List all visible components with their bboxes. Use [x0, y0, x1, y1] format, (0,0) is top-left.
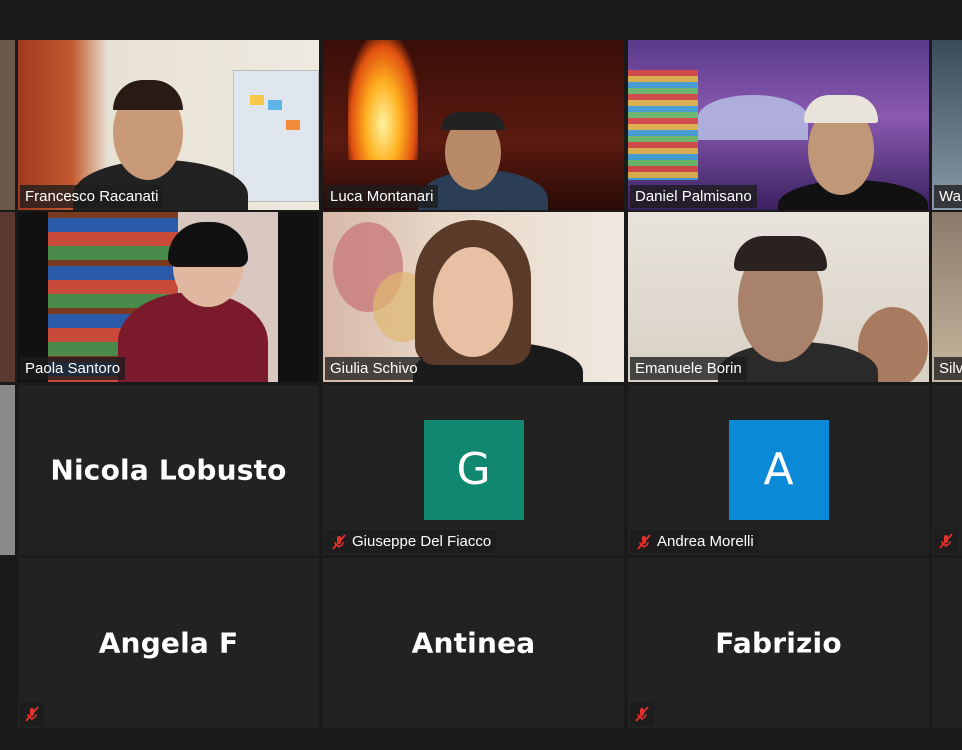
participant-name-tile[interactable]: Antinea — [323, 558, 624, 728]
participant-video-tile[interactable]: Luca Montanari — [323, 40, 624, 210]
video-tile-partial-left-2[interactable] — [0, 212, 15, 382]
participant-name-tile[interactable]: Angela F — [18, 558, 319, 728]
participant-name-label: Emanuele Borin — [630, 357, 747, 380]
participant-video-tile[interactable]: Francesco Racanati — [18, 40, 319, 210]
video-tile-partial-left-1[interactable] — [0, 40, 15, 210]
microphone-muted-icon — [330, 533, 348, 551]
participant-name-tile[interactable]: Nicola Lobusto — [18, 385, 319, 555]
microphone-muted-icon — [20, 702, 44, 726]
participant-video-tile[interactable]: Emanuele Borin — [628, 212, 929, 382]
meeting-top-bar — [0, 0, 962, 40]
participant-display-name: Fabrizio — [715, 626, 842, 660]
participant-name-label: Daniel Palmisano — [630, 185, 757, 208]
participant-name-label: Giulia Schivo — [325, 357, 423, 380]
participant-display-name: Antinea — [411, 626, 536, 660]
participant-name-label: Paola Santoro — [20, 357, 126, 380]
participant-name-tile[interactable]: Fabrizio — [628, 558, 929, 728]
participant-video-tile[interactable]: Daniel Palmisano — [628, 40, 929, 210]
participant-tile-partial[interactable] — [932, 385, 962, 555]
video-tile-partial-left-3[interactable] — [0, 385, 15, 555]
participant-display-name: Angela F — [98, 626, 239, 660]
participant-name-label: Wa — [934, 185, 962, 208]
microphone-muted-icon — [635, 533, 653, 551]
microphone-muted-icon — [630, 702, 654, 726]
participant-avatar-tile[interactable]: G Giuseppe Del Fiacco — [323, 385, 624, 555]
participant-name-label: Andrea Morelli — [630, 530, 759, 553]
participant-video-tile[interactable]: Paola Santoro — [18, 212, 319, 382]
participant-video-tile[interactable]: Silv — [932, 212, 962, 382]
participant-name-label: Luca Montanari — [325, 185, 439, 208]
avatar: A — [728, 420, 829, 520]
participant-video-tile[interactable]: Giulia Schivo — [323, 212, 624, 382]
participant-avatar-tile[interactable]: A Andrea Morelli — [628, 385, 929, 555]
participant-name-label: Giuseppe Del Fiacco — [325, 530, 497, 553]
microphone-muted-icon — [934, 529, 958, 553]
avatar: G — [423, 420, 524, 520]
participant-video-tile[interactable]: Wa — [932, 40, 962, 210]
participant-display-name: Nicola Lobusto — [50, 453, 287, 487]
participant-name-label: Francesco Racanati — [20, 185, 164, 208]
participant-tile-partial[interactable] — [932, 558, 962, 728]
participant-name-label: Silv — [934, 357, 962, 380]
